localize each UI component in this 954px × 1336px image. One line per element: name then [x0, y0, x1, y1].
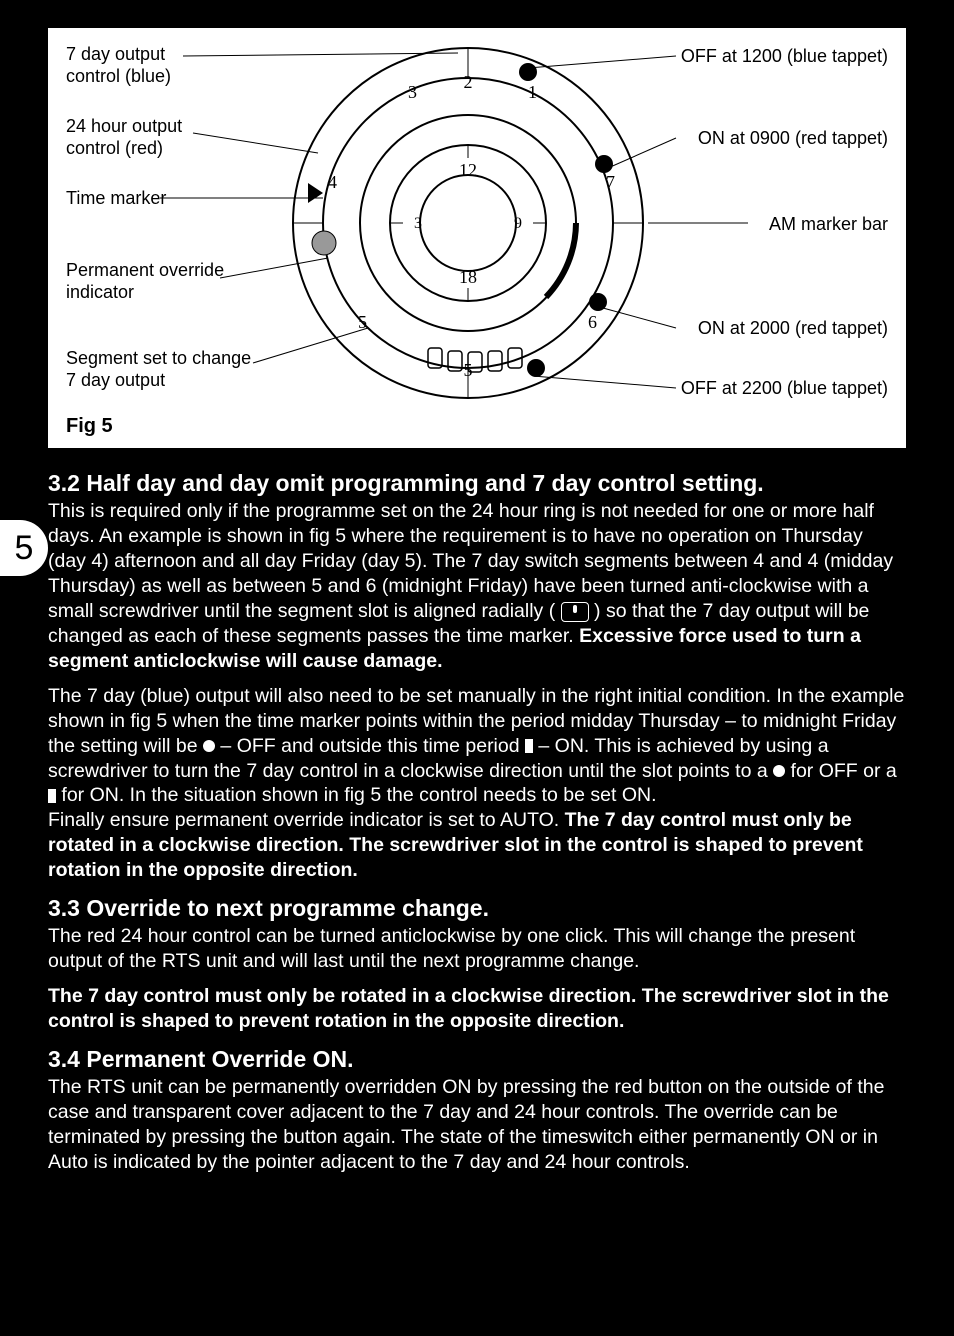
- document-page: 12 18 9 3 3 2 1 7 6 5 5 4 7 day outputco…: [0, 0, 954, 1233]
- dot-icon: [773, 765, 785, 777]
- label-line: Segment set to change: [66, 348, 251, 368]
- svg-text:7: 7: [606, 172, 615, 192]
- label-line: Permanent override: [66, 260, 224, 280]
- label-line: 24 hour output: [66, 116, 182, 136]
- bar-icon: [48, 789, 56, 803]
- svg-text:9: 9: [514, 215, 522, 232]
- segment-icon: [561, 602, 589, 622]
- label-line: 7 day output: [66, 44, 165, 64]
- svg-text:3: 3: [414, 215, 422, 232]
- label-segment-set: Segment set to change7 day output: [66, 348, 251, 391]
- heading-3-2: 3.2 Half day and day omit programming an…: [48, 470, 906, 497]
- label-line: control (blue): [66, 66, 171, 86]
- svg-text:3: 3: [408, 82, 417, 102]
- label-line: Time marker: [66, 188, 166, 208]
- label-line: indicator: [66, 282, 134, 302]
- heading-3-3: 3.3 Override to next programme change.: [48, 895, 906, 922]
- label-am-marker: AM marker bar: [769, 214, 888, 236]
- label-time-marker: Time marker: [66, 188, 166, 210]
- text-run: for OFF or a: [785, 760, 897, 782]
- page-number-badge: 5: [0, 520, 48, 576]
- svg-text:5: 5: [358, 312, 367, 332]
- dot-icon: [203, 740, 215, 752]
- label-on-0900: ON at 0900 (red tappet): [698, 128, 888, 150]
- label-permanent-override: Permanent overrideindicator: [66, 260, 224, 303]
- para-3-4-1: The RTS unit can be permanently overridd…: [48, 1075, 906, 1175]
- svg-text:1: 1: [528, 82, 537, 102]
- bar-icon: [525, 739, 533, 753]
- label-line: 7 day output: [66, 370, 165, 390]
- label-off-1200: OFF at 1200 (blue tappet): [681, 46, 888, 68]
- para-3-2-2: The 7 day (blue) output will also need t…: [48, 684, 906, 884]
- text-run: Finally ensure permanent override indica…: [48, 809, 565, 831]
- svg-text:4: 4: [328, 172, 337, 192]
- label-7day-output: 7 day outputcontrol (blue): [66, 44, 171, 87]
- svg-text:12: 12: [459, 160, 477, 180]
- para-3-3-2: The 7 day control must only be rotated i…: [48, 984, 906, 1034]
- text-run: for ON. In the situation shown in fig 5 …: [56, 784, 657, 806]
- svg-text:18: 18: [459, 267, 477, 287]
- label-24h-output: 24 hour outputcontrol (red): [66, 116, 182, 159]
- para-3-3-1: The red 24 hour control can be turned an…: [48, 924, 906, 974]
- bold-warning: The 7 day control must only be rotated i…: [48, 985, 889, 1032]
- heading-3-4: 3.4 Permanent Override ON.: [48, 1046, 906, 1073]
- para-3-2-1: This is required only if the programme s…: [48, 499, 906, 674]
- text-run: – OFF and outside this time period: [215, 735, 525, 757]
- svg-text:6: 6: [588, 312, 597, 332]
- label-line: control (red): [66, 138, 163, 158]
- figure-number: Fig 5: [66, 415, 113, 438]
- label-off-2200: OFF at 2200 (blue tappet): [681, 378, 888, 400]
- figure-5-diagram: 12 18 9 3 3 2 1 7 6 5 5 4 7 day outputco…: [48, 28, 906, 448]
- label-on-2000: ON at 2000 (red tappet): [698, 318, 888, 340]
